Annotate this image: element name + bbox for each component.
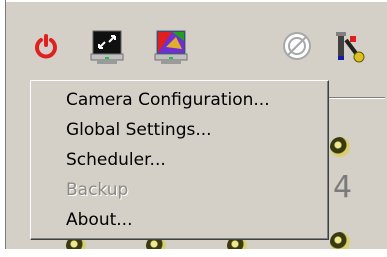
monitor-color-icon [154,30,188,64]
tools-button[interactable] [332,30,366,66]
camera-number: 4 [333,170,353,205]
power-icon [35,34,57,59]
app-window: 4 Camera Configuration... Global Setting… [0,0,387,257]
toolbar [6,2,387,90]
context-menu: Camera Configuration... Global Settings.… [30,80,329,240]
menu-item-scheduler[interactable]: Scheduler... [32,145,328,175]
menu-item-about[interactable]: About... [32,205,328,235]
camera-knob[interactable] [330,137,350,157]
monitor-fullscreen-icon [90,30,124,64]
menu-item-global-settings[interactable]: Global Settings... [32,115,328,145]
tools-icon [336,32,365,63]
menu-item-camera-configuration[interactable]: Camera Configuration... [32,85,328,115]
menu-item-backup: Backup [66,180,129,200]
no-entry-button[interactable] [282,31,312,61]
fullscreen-button[interactable] [90,29,126,67]
no-entry-icon [283,32,311,60]
color-settings-button[interactable] [154,29,190,67]
window-edge-bottom [0,249,387,257]
power-button[interactable] [32,32,60,60]
